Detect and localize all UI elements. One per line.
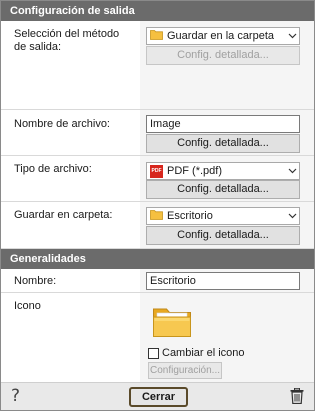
icon-config-button[interactable]: Configuración... <box>148 362 222 379</box>
trash-icon[interactable] <box>290 387 304 407</box>
file-name-detail-button[interactable]: Config. detallada... <box>146 134 300 153</box>
file-type-select[interactable]: PDF PDF (*.pdf) <box>146 162 300 180</box>
output-method-label: Selección del método de salida: <box>14 28 120 53</box>
large-folder-icon <box>152 305 192 342</box>
folder-icon <box>150 209 163 223</box>
file-type-value: PDF (*.pdf) <box>167 165 223 177</box>
folder-icon <box>150 29 163 43</box>
file-name-label: Nombre de archivo: <box>14 118 110 130</box>
file-type-label: Tipo de archivo: <box>14 163 92 175</box>
close-button[interactable]: Cerrar <box>129 387 188 407</box>
chevron-down-icon <box>285 163 299 179</box>
icon-label: Icono <box>14 300 41 312</box>
chevron-down-icon <box>285 208 299 224</box>
pdf-icon: PDF <box>150 164 163 178</box>
change-icon-checkbox[interactable] <box>148 348 159 359</box>
section-header-output: Configuración de salida <box>1 1 314 21</box>
save-folder-label: Guardar en carpeta: <box>14 209 113 221</box>
section-header-general: Generalidades <box>1 249 314 269</box>
save-folder-detail-button[interactable]: Config. detallada... <box>146 226 300 245</box>
save-folder-value: Escritorio <box>167 210 213 222</box>
file-type-detail-button[interactable]: Config. detallada... <box>146 180 300 199</box>
output-method-value: Guardar en la carpeta <box>167 30 275 42</box>
change-icon-label[interactable]: Cambiar el icono <box>162 347 245 359</box>
name-input[interactable]: Escritorio <box>146 272 300 290</box>
output-method-select[interactable]: Guardar en la carpeta <box>146 27 300 45</box>
chevron-down-icon <box>285 28 299 44</box>
help-icon[interactable]: ? <box>11 386 20 406</box>
output-method-detail-button[interactable]: Config. detallada... <box>146 46 300 65</box>
footer-bar: ? Cerrar <box>1 382 314 410</box>
name-label: Nombre: <box>14 275 57 287</box>
file-name-input[interactable]: Image <box>146 115 300 133</box>
save-folder-select[interactable]: Escritorio <box>146 207 300 225</box>
